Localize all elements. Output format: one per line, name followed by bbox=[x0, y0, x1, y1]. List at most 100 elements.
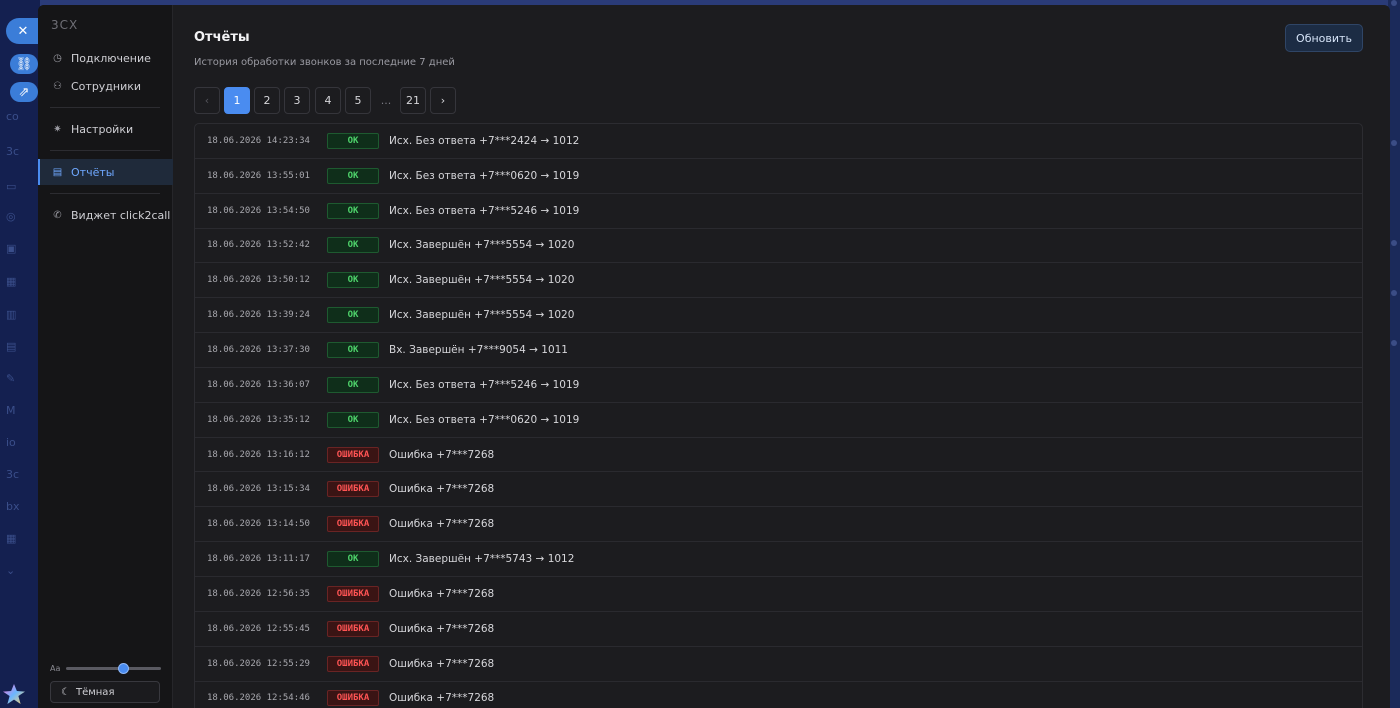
log-timestamp: 18.06.2026 13:11:17 bbox=[207, 554, 310, 565]
log-timestamp: 18.06.2026 14:23:34 bbox=[207, 135, 310, 146]
log-message: Исх. Без ответа +7***5246 → 1019 bbox=[389, 378, 580, 391]
rail-chat-icon: ▭ bbox=[6, 180, 17, 193]
rail-chevron-icon: ⌄ bbox=[6, 564, 16, 577]
font-size-slider-handle[interactable] bbox=[118, 662, 130, 674]
sidebar-item-connection[interactable]: ◷ Подключение bbox=[38, 45, 173, 71]
close-overlay-button[interactable]: ✕ bbox=[6, 18, 40, 44]
log-timestamp: 18.06.2026 13:50:12 bbox=[207, 275, 310, 286]
log-message: Ошибка +7***7268 bbox=[389, 518, 495, 531]
status-badge-ok: OK bbox=[327, 376, 379, 393]
clock-icon: ◷ bbox=[53, 52, 62, 64]
pagination-page-3[interactable]: 3 bbox=[284, 87, 310, 114]
rail-chart-icon: ▥ bbox=[6, 308, 17, 321]
log-row: 18.06.2026 13:36:07 OK Исх. Без ответа +7*… bbox=[195, 368, 1362, 403]
log-message: Исх. Без ответа +7***0620 → 1019 bbox=[389, 413, 580, 426]
log-timestamp: 18.06.2026 13:16:12 bbox=[207, 449, 310, 460]
pagination-next-button[interactable]: › bbox=[430, 87, 456, 114]
log-timestamp: 18.06.2026 13:14:50 bbox=[207, 519, 310, 530]
edge-dot-icon bbox=[1391, 140, 1397, 146]
pagination-page-last[interactable]: 21 bbox=[400, 87, 426, 114]
log-row: 18.06.2026 13:39:24 OK Исх. Завершён +7***… bbox=[195, 298, 1362, 334]
status-badge-error: ОШИБКА bbox=[327, 446, 379, 463]
pagination-page-5[interactable]: 5 bbox=[345, 87, 371, 114]
status-badge-error: ОШИБКА bbox=[327, 620, 379, 637]
rail-lock-icon: ▣ bbox=[6, 242, 17, 255]
brand-label: 3CX bbox=[51, 18, 79, 32]
background-nav-rail: co 3c ▭ ◎ ▣ ▦ ▥ ▤ ✎ M io 3c bx ▦ ⌄ bbox=[0, 0, 40, 708]
status-badge-ok: OK bbox=[327, 237, 379, 254]
edge-dot-icon bbox=[1391, 240, 1397, 246]
log-message: Вх. Завершён +7***9054 → 1011 bbox=[389, 343, 568, 356]
log-row: 18.06.2026 14:23:34 OK Исх. Без ответа +7*… bbox=[195, 124, 1362, 159]
log-row: 18.06.2026 12:54:46 ОШИБКА Ошибка +7***726… bbox=[195, 682, 1362, 708]
sidebar-divider bbox=[50, 193, 160, 194]
log-timestamp: 18.06.2026 13:39:24 bbox=[207, 310, 310, 321]
log-timestamp: 18.06.2026 12:56:35 bbox=[207, 588, 310, 599]
status-badge-ok: OK bbox=[327, 411, 379, 428]
theme-toggle-button[interactable]: ☾ Тёмная bbox=[50, 681, 160, 703]
log-timestamp: 18.06.2026 13:55:01 bbox=[207, 170, 310, 181]
sidebar-item-label: Настройки bbox=[71, 122, 134, 136]
rail-io-icon: io bbox=[6, 436, 16, 449]
integration-panel: 3CX ◷ Подключение ⚇ Сотрудники ✷ Настрой… bbox=[38, 5, 1390, 708]
status-badge-ok: OK bbox=[327, 307, 379, 324]
status-badge-ok: OK bbox=[327, 132, 379, 149]
edge-dot-icon bbox=[1391, 0, 1397, 6]
log-timestamp: 18.06.2026 12:55:29 bbox=[207, 658, 310, 669]
rail-pen-icon: ✎ bbox=[6, 372, 16, 385]
status-badge-error: ОШИБКА bbox=[327, 516, 379, 533]
page-subtitle: История обработки звонков за последние 7… bbox=[194, 57, 455, 68]
log-row: 18.06.2026 13:52:42 OK Исх. Завершён +7***… bbox=[195, 229, 1362, 264]
log-timestamp: 18.06.2026 12:55:45 bbox=[207, 623, 310, 634]
log-message: Исх. Завершён +7***5554 → 1020 bbox=[389, 309, 575, 322]
report-icon: ▤ bbox=[52, 166, 63, 178]
log-timestamp: 18.06.2026 12:54:46 bbox=[207, 693, 310, 704]
log-row: 18.06.2026 13:50:12 OK Исх. Завершён +7***… bbox=[195, 263, 1362, 299]
log-message: Исх. Без ответа +7***0620 → 1019 bbox=[389, 169, 580, 182]
status-badge-ok: OK bbox=[327, 272, 379, 289]
refresh-button[interactable]: Обновить bbox=[1285, 24, 1363, 52]
font-size-slider[interactable] bbox=[66, 662, 162, 674]
log-row: 18.06.2026 12:56:35 ОШИБКА Ошибка +7***726… bbox=[195, 577, 1362, 612]
log-message: Ошибка +7***7268 bbox=[389, 448, 495, 461]
sidebar-item-label: Отчёты bbox=[71, 165, 115, 179]
font-size-control: Aa bbox=[50, 661, 162, 675]
log-message: Ошибка +7***7268 bbox=[389, 587, 495, 600]
moon-icon: ☾ bbox=[61, 686, 70, 698]
copy-link-button[interactable]: ⛓ bbox=[10, 54, 38, 74]
sidebar-divider bbox=[50, 107, 160, 108]
status-badge-ok: OK bbox=[327, 551, 379, 568]
rail-bx-icon: bx bbox=[6, 500, 20, 513]
log-row: 18.06.2026 13:15:34 ОШИБКА Ошибка +7***726… bbox=[195, 472, 1362, 508]
sidebar-item-label: Сотрудники bbox=[71, 79, 142, 93]
log-message: Ошибка +7***7268 bbox=[389, 692, 495, 705]
pagination-prev-button[interactable]: ‹ bbox=[194, 87, 220, 114]
rail-doc-icon: ▤ bbox=[6, 340, 17, 353]
rail-calendar-icon: ▦ bbox=[6, 275, 17, 288]
pagination-page-2[interactable]: 2 bbox=[254, 87, 280, 114]
log-message: Исх. Завершён +7***5743 → 1012 bbox=[389, 553, 575, 566]
theme-label: Тёмная bbox=[75, 686, 115, 698]
log-row: 18.06.2026 13:14:50 ОШИБКА Ошибка +7***726… bbox=[195, 507, 1362, 543]
rail-mcp-icon: M bbox=[6, 404, 16, 417]
status-badge-error: ОШИБКА bbox=[327, 585, 379, 602]
log-row: 18.06.2026 13:55:01 OK Исх. Без ответа +7*… bbox=[195, 159, 1362, 194]
sidebar-item-settings[interactable]: ✷ Настройки bbox=[38, 116, 173, 142]
log-row: 18.06.2026 13:37:30 OK Вх. Завершён +7***9… bbox=[195, 333, 1362, 368]
sidebar-item-label: Виджет click2call bbox=[71, 208, 171, 222]
sidebar-item-click2call[interactable]: ✆ Виджет click2call bbox=[38, 202, 173, 228]
log-timestamp: 18.06.2026 13:36:07 bbox=[207, 379, 310, 390]
sidebar-item-employees[interactable]: ⚇ Сотрудники bbox=[38, 73, 173, 99]
log-timestamp: 18.06.2026 13:37:30 bbox=[207, 344, 310, 355]
log-timestamp: 18.06.2026 13:15:34 bbox=[207, 484, 310, 495]
log-timestamp: 18.06.2026 13:52:42 bbox=[207, 240, 310, 251]
sidebar-item-reports[interactable]: ▤ Отчёты bbox=[38, 159, 173, 185]
pagination-page-1[interactable]: 1 bbox=[224, 87, 250, 114]
call-log-list: 18.06.2026 14:23:34 OK Исх. Без ответа +7*… bbox=[194, 123, 1363, 708]
status-badge-ok: OK bbox=[327, 167, 379, 184]
log-row: 18.06.2026 13:11:17 OK Исх. Завершён +7***… bbox=[195, 542, 1362, 577]
status-badge-ok: OK bbox=[327, 202, 379, 219]
pagination-page-4[interactable]: 4 bbox=[315, 87, 341, 114]
rail-3c-icon: 3c bbox=[6, 145, 20, 158]
open-external-button[interactable]: ⇗ bbox=[10, 82, 38, 102]
